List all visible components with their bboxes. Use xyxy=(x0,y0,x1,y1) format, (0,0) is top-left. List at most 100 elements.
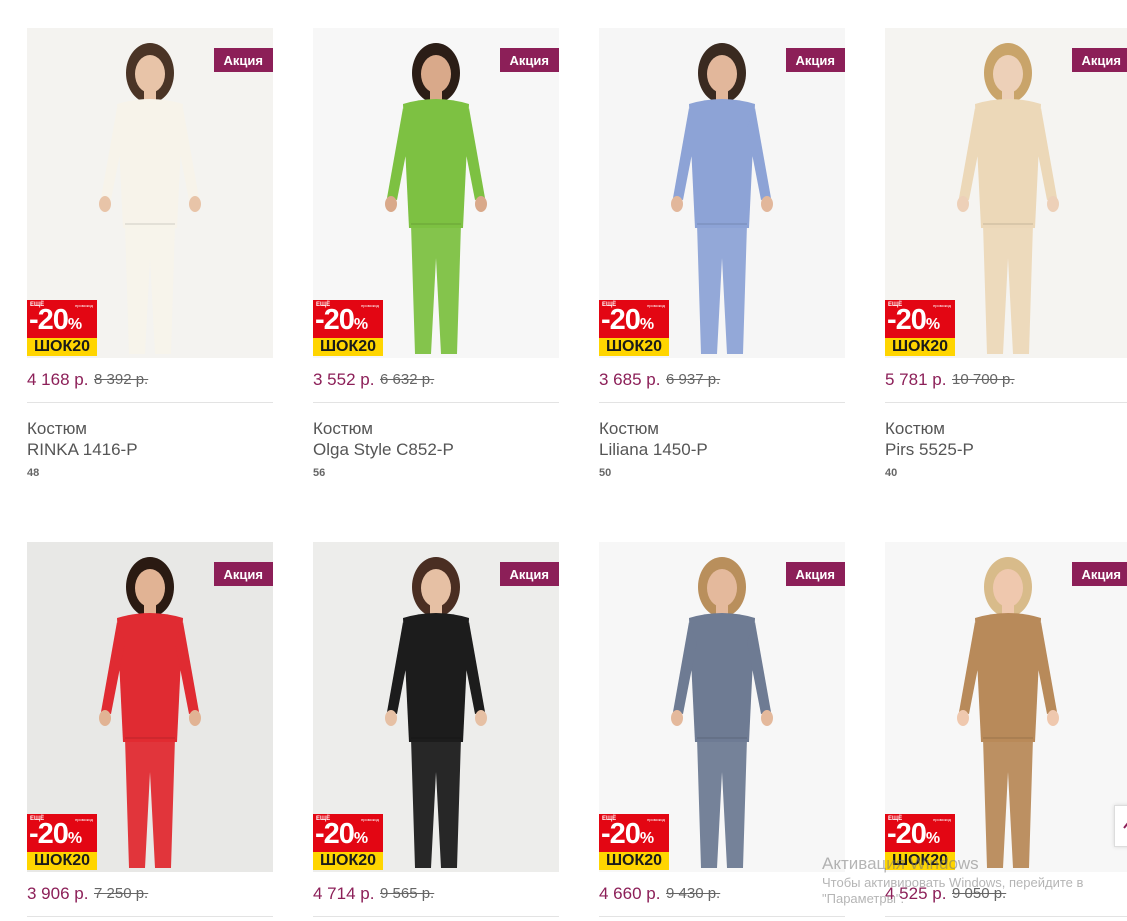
promo-sticker: ЕЩЁ промокод -20% ШОК20 xyxy=(885,814,955,870)
price-row: 4 660 р. 9 430 р. xyxy=(599,872,845,917)
product-photo[interactable]: Акция ЕЩЁ промокод -20% ШОК20 xyxy=(885,28,1127,358)
promo-discount-value: -20 xyxy=(887,304,927,336)
price-row: 3 552 р. 6 632 р. xyxy=(313,358,559,403)
promo-discount-percent: % xyxy=(353,830,368,847)
product-name-link[interactable]: Liliana 1450-P xyxy=(599,439,845,460)
product-size: 40 xyxy=(885,467,898,479)
promo-sticker-top: ЕЩЁ промокод -20% xyxy=(599,300,669,338)
promo-sticker-top: ЕЩЁ промокод -20% xyxy=(313,300,383,338)
product-card[interactable]: Акция ЕЩЁ промокод -20% ШОК20 3 685 р. 6 937 р… xyxy=(599,28,845,480)
product-photo[interactable]: Акция ЕЩЁ промокод -20% ШОК20 xyxy=(27,542,273,872)
product-photo[interactable]: Акция ЕЩЁ промокод -20% ШОК20 xyxy=(313,28,559,358)
promo-discount-percent: % xyxy=(639,316,654,333)
promo-code: ШОК20 xyxy=(313,338,383,356)
price-row: 4 525 р. 9 050 р. xyxy=(885,872,1127,917)
old-price: 8 392 р. xyxy=(94,371,149,388)
product-card[interactable]: Акция ЕЩЁ промокод -20% ШОК20 4 168 р. 8 392 р… xyxy=(27,28,273,480)
product-grid: Акция ЕЩЁ промокод -20% ШОК20 4 168 р. 8 392 р… xyxy=(0,0,1127,921)
product-size: 48 xyxy=(27,467,40,479)
price-row: 4 168 р. 8 392 р. xyxy=(27,358,273,403)
sale-badge: Акция xyxy=(1071,48,1127,72)
price-row: 4 714 р. 9 565 р. xyxy=(313,872,559,917)
promo-discount-value: -20 xyxy=(315,818,355,850)
old-price: 7 250 р. xyxy=(94,885,149,902)
product-type: Костюм xyxy=(599,419,659,438)
sale-badge: Акция xyxy=(785,48,845,72)
product-card[interactable]: Акция ЕЩЁ промокод -20% ШОК20 3 552 р. 6 632 р… xyxy=(313,28,559,480)
promo-sticker: ЕЩЁ промокод -20% ШОК20 xyxy=(27,814,97,870)
product-name-link[interactable]: Pirs 5525-P xyxy=(885,439,1127,460)
current-price: 3 552 р. xyxy=(313,370,375,389)
sale-badge: Акция xyxy=(213,562,273,586)
promo-discount: -20% xyxy=(315,818,368,855)
promo-code: ШОК20 xyxy=(885,338,955,356)
promo-discount-value: -20 xyxy=(29,818,69,850)
sale-badge: Акция xyxy=(1071,562,1127,586)
product-photo[interactable]: Акция ЕЩЁ промокод -20% ШОК20 xyxy=(27,28,273,358)
old-price: 6 937 р. xyxy=(666,371,721,388)
promo-sticker: ЕЩЁ промокод -20% ШОК20 xyxy=(599,814,669,870)
product-photo[interactable]: Акция ЕЩЁ промокод -20% ШОК20 xyxy=(599,28,845,358)
promo-sticker-top: ЕЩЁ промокод -20% xyxy=(313,814,383,852)
promo-discount-percent: % xyxy=(67,316,82,333)
product-card[interactable]: Акция ЕЩЁ промокод -20% ШОК20 4 714 р. 9 565 р… xyxy=(313,542,559,917)
promo-discount-percent: % xyxy=(353,316,368,333)
sale-badge: Акция xyxy=(785,562,845,586)
arrow-up-icon xyxy=(1123,822,1127,829)
promo-sticker-top: ЕЩЁ промокод -20% xyxy=(599,814,669,852)
promo-code: ШОК20 xyxy=(27,338,97,356)
product-photo[interactable]: Акция ЕЩЁ промокод -20% ШОК20 xyxy=(599,542,845,872)
price-row: 5 781 р. 10 700 р. xyxy=(885,358,1127,403)
current-price: 5 781 р. xyxy=(885,370,947,389)
promo-code: ШОК20 xyxy=(885,852,955,870)
product-card[interactable]: Акция ЕЩЁ промокод -20% ШОК20 3 906 р. 7 250 р… xyxy=(27,542,273,917)
promo-discount: -20% xyxy=(887,818,940,855)
old-price: 9 430 р. xyxy=(666,885,721,902)
promo-discount: -20% xyxy=(315,304,368,341)
promo-code: ШОК20 xyxy=(27,852,97,870)
product-type: Костюм xyxy=(313,419,373,438)
scroll-to-top-button[interactable] xyxy=(1114,805,1127,847)
promo-discount-value: -20 xyxy=(29,304,69,336)
promo-discount-percent: % xyxy=(925,830,940,847)
product-photo[interactable]: Акция ЕЩЁ промокод -20% ШОК20 xyxy=(313,542,559,872)
current-price: 4 168 р. xyxy=(27,370,89,389)
promo-sticker-top: ЕЩЁ промокод -20% xyxy=(885,300,955,338)
product-name-link[interactable]: Olga Style C852-P xyxy=(313,439,559,460)
promo-sticker-top: ЕЩЁ промокод -20% xyxy=(27,814,97,852)
product-name-link[interactable]: RINKA 1416-P xyxy=(27,439,273,460)
product-size: 56 xyxy=(313,467,326,479)
promo-code: ШОК20 xyxy=(599,852,669,870)
product-card[interactable]: Акция ЕЩЁ промокод -20% ШОК20 4 525 р. 9 050 р… xyxy=(885,542,1127,917)
price-row: 3 906 р. 7 250 р. xyxy=(27,872,273,917)
promo-discount-percent: % xyxy=(639,830,654,847)
promo-discount: -20% xyxy=(601,818,654,855)
promo-discount: -20% xyxy=(887,304,940,341)
promo-sticker: ЕЩЁ промокод -20% ШОК20 xyxy=(599,300,669,356)
current-price: 4 525 р. xyxy=(885,884,947,903)
sale-badge: Акция xyxy=(499,562,559,586)
sale-badge: Акция xyxy=(213,48,273,72)
promo-discount: -20% xyxy=(29,304,82,341)
promo-sticker-top: ЕЩЁ промокод -20% xyxy=(885,814,955,852)
promo-sticker: ЕЩЁ промокод -20% ШОК20 xyxy=(27,300,97,356)
promo-discount: -20% xyxy=(29,818,82,855)
current-price: 3 906 р. xyxy=(27,884,89,903)
product-type: Костюм xyxy=(885,419,945,438)
promo-code: ШОК20 xyxy=(313,852,383,870)
promo-discount-value: -20 xyxy=(601,818,641,850)
promo-discount-value: -20 xyxy=(601,304,641,336)
product-card[interactable]: Акция ЕЩЁ промокод -20% ШОК20 5 781 р. 10 700 … xyxy=(885,28,1127,480)
promo-sticker: ЕЩЁ промокод -20% ШОК20 xyxy=(313,300,383,356)
product-card[interactable]: Акция ЕЩЁ промокод -20% ШОК20 4 660 р. 9 430 р… xyxy=(599,542,845,917)
old-price: 9 050 р. xyxy=(952,885,1007,902)
product-type: Костюм xyxy=(27,419,87,438)
current-price: 3 685 р. xyxy=(599,370,661,389)
promo-sticker: ЕЩЁ промокод -20% ШОК20 xyxy=(313,814,383,870)
product-size: 50 xyxy=(599,467,612,479)
promo-discount-value: -20 xyxy=(887,818,927,850)
current-price: 4 714 р. xyxy=(313,884,375,903)
promo-sticker-top: ЕЩЁ промокод -20% xyxy=(27,300,97,338)
product-photo[interactable]: Акция ЕЩЁ промокод -20% ШОК20 xyxy=(885,542,1127,872)
promo-discount: -20% xyxy=(601,304,654,341)
